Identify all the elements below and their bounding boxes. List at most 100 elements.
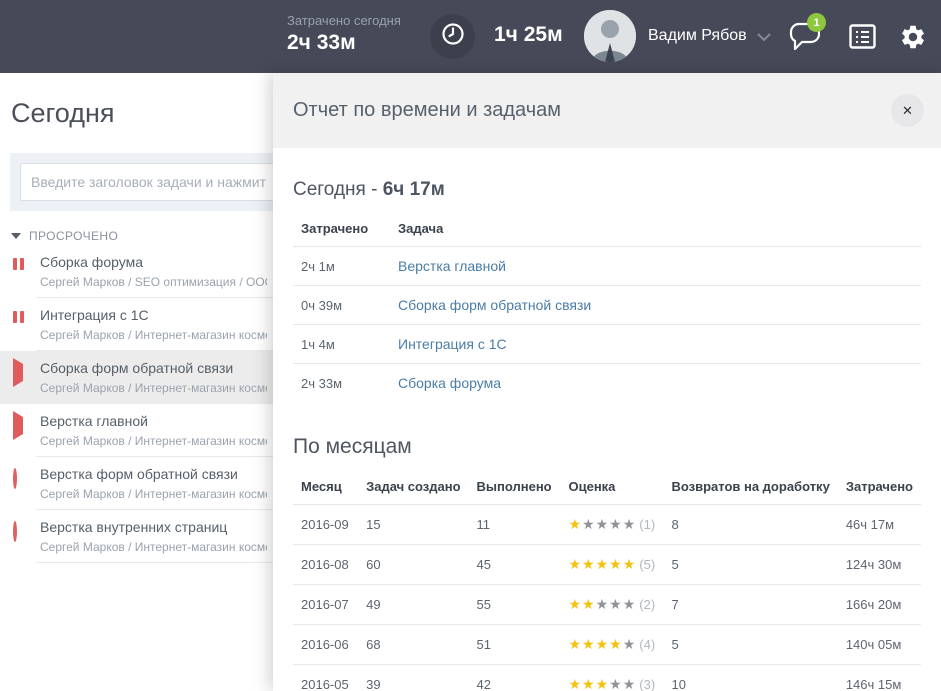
report-panel-body: Сегодня - 6ч 17м Затрачено Задача 2ч 1м …: [273, 179, 941, 691]
report-panel-header: Отчет по времени и задачам ✕: [273, 73, 941, 148]
report-panel: Отчет по времени и задачам ✕ Сегодня - 6…: [273, 73, 941, 691]
task-title: Интеграция с 1С: [40, 307, 267, 323]
month-cell: 2016-06: [293, 625, 358, 665]
close-button[interactable]: ✕: [891, 94, 924, 127]
table-row: 2016-06 68 51 ★★★★★(4) 5 140ч 05м: [293, 625, 921, 665]
task-row[interactable]: Сборка форума Сергей Марков / SEO оптими…: [0, 245, 273, 298]
task-list: Сборка форума Сергей Марков / SEO оптими…: [0, 245, 273, 563]
new-task-input[interactable]: [20, 163, 273, 201]
star-rating: ★★★★★: [568, 596, 636, 612]
rating-cell: ★★★★★(4): [560, 625, 663, 665]
topbar: Затрачено сегодня 2ч 33м 1ч 25м: [0, 0, 941, 73]
rating-count: (3): [639, 677, 655, 691]
done-cell: 11: [469, 505, 561, 545]
spent-today-block: Затрачено сегодня 2ч 33м: [287, 13, 401, 55]
spent-cell: 146ч 15м: [838, 665, 921, 691]
task-row[interactable]: Верстка внутренних страниц Сергей Марков…: [0, 510, 273, 563]
month-cell: 2016-07: [293, 585, 358, 625]
timer-button[interactable]: [430, 14, 475, 59]
task-link[interactable]: Интеграция с 1С: [398, 336, 507, 352]
task-link[interactable]: Сборка форм обратной связи: [398, 297, 591, 313]
pause-icon[interactable]: [13, 258, 27, 271]
spent-today-value: 2ч 33м: [287, 31, 401, 55]
spent-cell: 140ч 05м: [838, 625, 921, 665]
table-row: 2016-05 39 42 ★★★★★(3) 10 146ч 15м: [293, 665, 921, 691]
done-cell: 42: [469, 665, 561, 691]
messages-button[interactable]: 1: [788, 22, 820, 57]
task-row-selected[interactable]: Сборка форм обратной связи Сергей Марков…: [0, 351, 273, 404]
task-title: Сборка форм обратной связи: [40, 360, 267, 376]
returns-cell: 10: [663, 665, 837, 691]
table-row: 0ч 39м Сборка форм обратной связи: [293, 286, 921, 325]
col-header-month: Месяц: [293, 469, 358, 505]
created-cell: 15: [358, 505, 468, 545]
returns-cell: 7: [663, 585, 837, 625]
returns-cell: 5: [663, 545, 837, 585]
spent-today-label: Затрачено сегодня: [287, 13, 401, 28]
settings-button[interactable]: [899, 23, 927, 56]
rating-cell: ★★★★★(3): [560, 665, 663, 691]
gear-icon: [899, 38, 927, 55]
task-row[interactable]: Верстка главной Сергей Марков / Интернет…: [0, 404, 273, 457]
add-task-box: [10, 153, 273, 211]
collapse-triangle-icon: [11, 233, 21, 239]
task-title: Верстка внутренних страниц: [40, 519, 267, 535]
table-row: 2ч 1м Верстка главной: [293, 247, 921, 286]
avatar: [584, 10, 636, 62]
rating-count: (1): [639, 517, 655, 532]
table-row: 2016-09 15 11 ★★★★★(1) 8 46ч 17м: [293, 505, 921, 545]
monthly-table: Месяц Задач создано Выполнено Оценка Воз…: [293, 469, 921, 691]
created-cell: 60: [358, 545, 468, 585]
task-subtitle: Сергей Марков / Интернет-магазин космети…: [40, 540, 267, 554]
task-subtitle: Сергей Марков / Интернет-магазин космети…: [40, 381, 267, 395]
task-subtitle: Сергей Марков / Интернет-магазин космети…: [40, 328, 267, 342]
task-link[interactable]: Верстка главной: [398, 258, 506, 274]
star-rating: ★★★★★: [568, 556, 636, 572]
done-cell: 51: [469, 625, 561, 665]
open-circle-icon[interactable]: [13, 523, 27, 536]
task-title: Верстка главной: [40, 413, 267, 429]
month-cell: 2016-09: [293, 505, 358, 545]
table-row: 1ч 4м Интеграция с 1С: [293, 325, 921, 364]
spent-cell: 124ч 30м: [838, 545, 921, 585]
play-icon[interactable]: [13, 364, 27, 377]
reports-button[interactable]: [849, 24, 876, 54]
returns-cell: 8: [663, 505, 837, 545]
chevron-down-icon: [757, 29, 771, 47]
task-row[interactable]: Интеграция с 1С Сергей Марков / Интернет…: [0, 298, 273, 351]
task-row[interactable]: Верстка форм обратной связи Сергей Марко…: [0, 457, 273, 510]
group-label: ПРОСРОЧЕНО: [29, 229, 118, 243]
pause-icon[interactable]: [13, 311, 27, 324]
created-cell: 39: [358, 665, 468, 691]
month-cell: 2016-05: [293, 665, 358, 691]
star-rating: ★★★★★: [568, 676, 636, 691]
task-title: Верстка форм обратной связи: [40, 466, 267, 482]
today-table: Затрачено Задача 2ч 1м Верстка главной 0…: [293, 211, 921, 402]
done-cell: 55: [469, 585, 561, 625]
today-pane: Сегодня ПРОСРОЧЕНО Сборка форума Сергей …: [0, 73, 273, 691]
table-row: 2016-07 49 55 ★★★★★(2) 7 166ч 20м: [293, 585, 921, 625]
spent-cell: 166ч 20м: [838, 585, 921, 625]
created-cell: 49: [358, 585, 468, 625]
table-row: 2ч 33м Сборка форума: [293, 364, 921, 403]
rating-cell: ★★★★★(2): [560, 585, 663, 625]
today-total-heading: Сегодня - 6ч 17м: [293, 179, 921, 201]
active-timer-value: 1ч 25м: [494, 23, 563, 47]
open-circle-icon[interactable]: [13, 470, 27, 483]
spent-cell: 46ч 17м: [838, 505, 921, 545]
group-header-overdue[interactable]: ПРОСРОЧЕНО: [11, 229, 118, 243]
rating-cell: ★★★★★(5): [560, 545, 663, 585]
spent-cell: 0ч 39м: [293, 286, 390, 325]
play-icon[interactable]: [13, 417, 27, 430]
report-list-icon: [849, 36, 876, 53]
star-rating: ★★★★★: [568, 516, 636, 532]
clock-icon: [441, 22, 465, 51]
rating-cell: ★★★★★(1): [560, 505, 663, 545]
today-total-value: 6ч 17м: [383, 179, 445, 200]
task-link[interactable]: Сборка форума: [398, 375, 501, 391]
report-panel-title: Отчет по времени и задачам: [293, 99, 561, 122]
user-menu[interactable]: Вадим Рябов: [584, 10, 771, 62]
star-rating: ★★★★★: [568, 636, 636, 652]
col-header-created: Задач создано: [358, 469, 468, 505]
app-root: Затрачено сегодня 2ч 33м 1ч 25м: [0, 0, 941, 691]
